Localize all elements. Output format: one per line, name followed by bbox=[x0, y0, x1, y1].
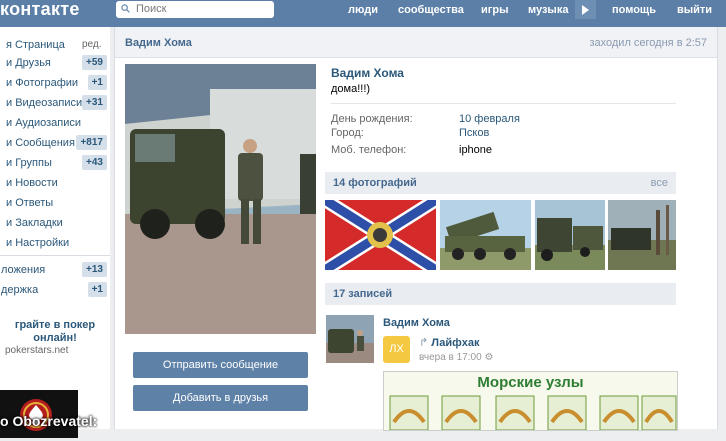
post-author-avatar[interactable] bbox=[326, 315, 374, 363]
watermark-text: о Obozrevatel: bbox=[0, 413, 98, 429]
online-status: заходил сегодня в 2:57 bbox=[589, 37, 707, 49]
count-badge: +43 bbox=[82, 155, 107, 170]
sidebar-item-label: и Видеозаписи bbox=[6, 97, 83, 109]
city-value[interactable]: Псков bbox=[459, 127, 489, 139]
page-header-name[interactable]: Вадим Хома bbox=[125, 37, 192, 49]
photos-all-link[interactable]: все bbox=[651, 177, 668, 189]
post-author-name[interactable]: Вадим Хома bbox=[383, 317, 450, 329]
sidebar-item-videos[interactable]: и Видеозаписи +31 bbox=[0, 94, 110, 112]
rocket-launcher-photo bbox=[440, 200, 531, 270]
search-icon bbox=[121, 4, 130, 13]
birthday-value[interactable]: 10 февраля bbox=[459, 113, 520, 125]
nav-logout[interactable]: выйти bbox=[677, 4, 712, 16]
send-message-button[interactable]: Отправить сообщение bbox=[133, 352, 308, 378]
page-header-bar: Вадим Хома заходил сегодня в 2:57 bbox=[115, 27, 717, 58]
phone-value: iphone bbox=[459, 144, 493, 156]
nav-music[interactable]: музыка bbox=[528, 4, 568, 16]
profile-status: дома!!!) bbox=[331, 83, 371, 95]
nav-communities[interactable]: сообщества bbox=[398, 4, 464, 16]
sidebar-item-label: и Настройки bbox=[6, 237, 70, 249]
photo-thumbnail[interactable] bbox=[608, 200, 676, 270]
post-time-text: вчера в 17:00 bbox=[419, 352, 482, 363]
sidebar-item-label: я Страница bbox=[6, 39, 65, 51]
sidebar-item-label: и Сообщения bbox=[6, 137, 75, 149]
wall-count-title[interactable]: 17 записей bbox=[333, 288, 392, 300]
nav-more-icon[interactable] bbox=[575, 0, 596, 19]
vk-logo[interactable]: контакте bbox=[0, 0, 80, 20]
profile-photo[interactable] bbox=[125, 64, 316, 334]
count-badge: +1 bbox=[87, 282, 107, 297]
info-label: Город: bbox=[331, 127, 364, 139]
add-friend-button[interactable]: Добавить в друзья bbox=[133, 385, 308, 411]
repost-source[interactable]: ↱ Лайфхак bbox=[419, 336, 480, 349]
sidebar-item-label: и Закладки bbox=[6, 217, 63, 229]
sidebar-item-label: и Ответы bbox=[6, 197, 54, 209]
photos-section-header[interactable]: 14 фотографий все bbox=[325, 172, 676, 194]
top-bar: контакте Поиск люди сообщества игры музы… bbox=[0, 0, 726, 27]
left-sidebar: ред. я Страница и Друзья +59 и Фотографии… bbox=[0, 27, 110, 438]
count-badge: +13 bbox=[82, 262, 107, 277]
photo-thumbnail[interactable] bbox=[325, 200, 436, 270]
info-divider bbox=[331, 103, 676, 104]
photos-count-title[interactable]: 14 фотографий bbox=[333, 177, 417, 189]
gear-icon: ⚙ bbox=[484, 352, 494, 363]
repost-source-name: Лайфхак bbox=[431, 337, 480, 349]
profile-photo-image bbox=[125, 64, 316, 334]
photo-thumbnail[interactable] bbox=[440, 200, 531, 270]
post-image-title: Морские узлы bbox=[477, 374, 584, 391]
sidebar-item-label: ложения bbox=[1, 264, 46, 276]
count-badge: +59 bbox=[82, 55, 107, 70]
ad-domain[interactable]: pokerstars.net bbox=[5, 345, 68, 356]
profile-name: Вадим Хома bbox=[331, 66, 404, 80]
sidebar-item-audio[interactable]: и Аудиозаписи bbox=[0, 114, 110, 132]
count-badge: +817 bbox=[76, 135, 107, 150]
tank-photo bbox=[608, 200, 676, 270]
sidebar-item-label: и Группы bbox=[6, 157, 52, 169]
repost-icon: ↱ bbox=[419, 337, 429, 349]
military-trucks-photo bbox=[535, 200, 605, 270]
nav-help[interactable]: помощь bbox=[612, 4, 656, 16]
sidebar-divider bbox=[0, 255, 110, 256]
sidebar-item-support[interactable]: держка +1 bbox=[0, 281, 110, 299]
sidebar-item-groups[interactable]: и Группы +43 bbox=[0, 154, 110, 172]
sidebar-item-apps[interactable]: ложения +13 bbox=[0, 261, 110, 279]
info-label: Моб. телефон: bbox=[331, 144, 407, 156]
sidebar-item-messages[interactable]: и Сообщения +817 bbox=[0, 134, 110, 152]
sidebar-item-label: и Друзья bbox=[6, 57, 51, 69]
flag-photo bbox=[325, 200, 436, 270]
ad-title[interactable]: грайте в покер онлайн! bbox=[0, 319, 110, 345]
nav-games[interactable]: игры bbox=[481, 4, 508, 16]
sidebar-item-answers[interactable]: и Ответы bbox=[0, 194, 110, 212]
post-timestamp[interactable]: вчера в 17:00 ⚙ bbox=[419, 352, 493, 363]
sidebar-item-settings[interactable]: и Настройки bbox=[0, 234, 110, 252]
sidebar-item-bookmarks[interactable]: и Закладки bbox=[0, 214, 110, 232]
avatar-image bbox=[326, 315, 374, 363]
watermark-bar: о Obozrevatel: bbox=[0, 411, 726, 429]
nav-people[interactable]: люди bbox=[348, 4, 378, 16]
photo-thumbnail[interactable] bbox=[535, 200, 605, 270]
sidebar-item-label: и Фотографии bbox=[6, 77, 79, 89]
sidebar-item-label: и Аудиозаписи bbox=[6, 117, 82, 129]
search-placeholder: Поиск bbox=[136, 3, 167, 15]
wall-section-header[interactable]: 17 записей bbox=[325, 283, 676, 305]
sidebar-item-news[interactable]: и Новости bbox=[0, 174, 110, 192]
lifehack-group-icon[interactable]: ЛХ bbox=[383, 336, 410, 363]
profile-main: Вадим Хома заходил сегодня в 2:57 Отправ… bbox=[114, 27, 718, 431]
count-badge: +31 bbox=[82, 95, 107, 110]
count-badge: +1 bbox=[87, 75, 107, 90]
info-label: День рождения: bbox=[331, 113, 413, 125]
sidebar-item-photos[interactable]: и Фотографии +1 bbox=[0, 74, 110, 92]
search-input[interactable]: Поиск bbox=[116, 1, 274, 18]
sidebar-item-label: держка bbox=[1, 284, 39, 296]
sidebar-item-label: и Новости bbox=[6, 177, 58, 189]
sidebar-item-my-page[interactable]: я Страница bbox=[0, 36, 110, 54]
sidebar-item-friends[interactable]: и Друзья +59 bbox=[0, 54, 110, 72]
